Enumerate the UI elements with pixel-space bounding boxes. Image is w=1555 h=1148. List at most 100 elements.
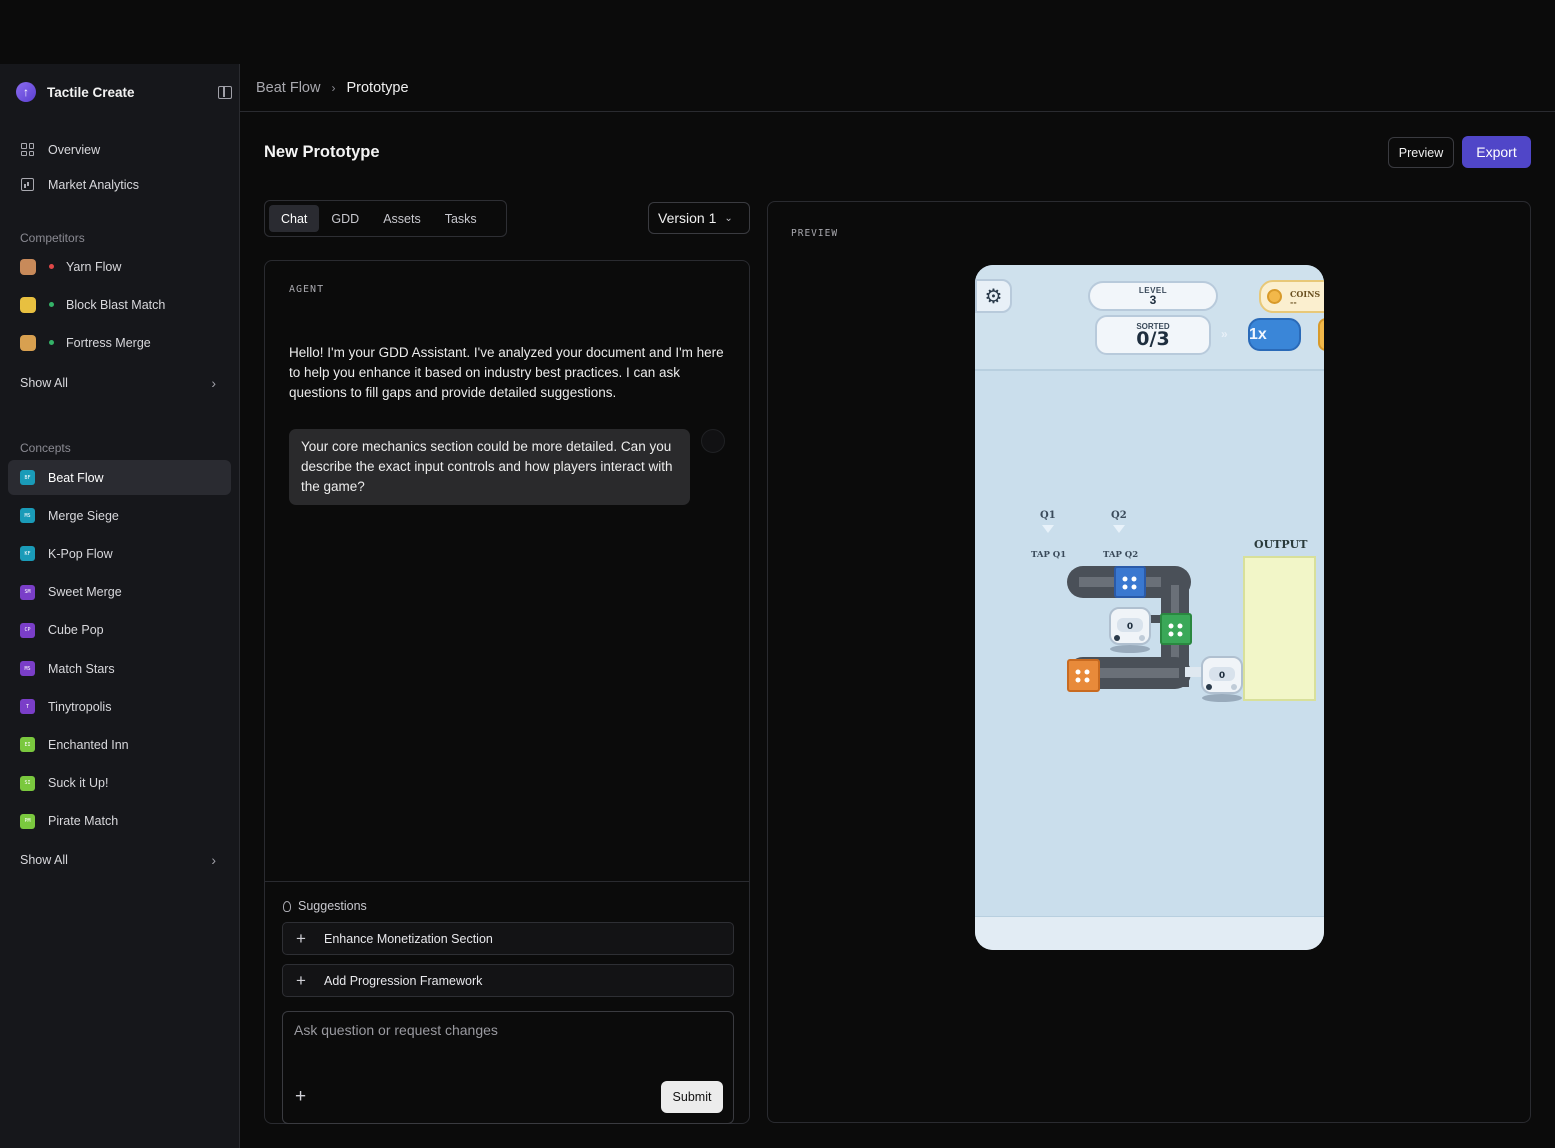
competitor-item[interactable]: Block Blast Match — [8, 287, 231, 322]
conveyor-graphic: 0 0 — [1067, 566, 1243, 702]
game-footer — [975, 916, 1324, 950]
version-select[interactable]: Version 1 ⌄ — [648, 202, 750, 234]
concept-item[interactable]: MS Merge Siege — [8, 498, 231, 533]
concept-label: Beat Flow — [48, 470, 104, 485]
breadcrumb-current: Prototype — [346, 79, 409, 96]
nav-item-overview[interactable]: Overview — [8, 132, 231, 167]
nav-item-label: Market Analytics — [48, 177, 140, 192]
concept-label: Enchanted Inn — [48, 737, 129, 752]
show-all-label: Show All — [20, 853, 68, 867]
concept-item[interactable]: PM Pirate Match — [8, 804, 231, 839]
collapse-sidebar-icon[interactable] — [218, 85, 232, 99]
top-bar — [0, 0, 1555, 64]
tab-chat[interactable]: Chat — [269, 205, 320, 232]
breadcrumb-parent[interactable]: Beat Flow — [256, 80, 320, 96]
concept-badge: EI — [20, 737, 35, 753]
competitor-label: Yarn Flow — [66, 259, 122, 274]
chevron-right-icon: › — [211, 375, 216, 391]
nav-item-label: Overview — [48, 142, 101, 157]
concept-label: Tinytropolis — [48, 699, 112, 714]
lightbulb-icon — [283, 900, 291, 912]
version-select-value: Version 1 — [658, 210, 717, 226]
tab-gdd[interactable]: GDD — [319, 205, 371, 232]
submit-button[interactable]: Submit — [661, 1081, 723, 1113]
plus-icon: + — [296, 928, 306, 948]
concept-label: Sweet Merge — [48, 585, 122, 600]
preview-panel: PREVIEW ⚙ LEVEL 3 COINS -- SORTED 0/3 » … — [767, 201, 1531, 1123]
competitor-avatar — [20, 296, 36, 313]
suggestions-area: Suggestions + Enhance Monetization Secti… — [265, 881, 749, 1124]
brand[interactable]: ↑ Tactile Create — [16, 81, 232, 103]
concept-label: Pirate Match — [48, 814, 119, 829]
sidebar: ↑ Tactile Create Overview Market Analyti… — [0, 64, 240, 1148]
preview-label: PREVIEW — [791, 228, 839, 239]
competitor-item[interactable]: Yarn Flow — [8, 249, 231, 284]
concept-label: Cube Pop — [48, 623, 104, 638]
game-preview-phone[interactable]: ⚙ LEVEL 3 COINS -- SORTED 0/3 » 1x Q1 Q2 — [975, 265, 1324, 950]
concept-label: Match Stars — [48, 661, 115, 676]
tab-assets[interactable]: Assets — [371, 205, 433, 232]
concept-label: Merge Siege — [48, 508, 119, 523]
concept-badge: KF — [20, 546, 35, 562]
competitor-label: Fortress Merge — [66, 335, 151, 350]
concept-item[interactable]: CP Cube Pop — [8, 613, 231, 648]
suggestions-header: Suggestions — [283, 899, 367, 913]
suggestion-label: Add Progression Framework — [324, 973, 483, 988]
orange-cube[interactable] — [1067, 659, 1100, 692]
suggestion-label: Enhance Monetization Section — [324, 931, 493, 946]
concept-item[interactable]: KF K-Pop Flow — [8, 536, 231, 571]
status-dot-icon — [49, 340, 54, 345]
user-message: Your core mechanics section could be mor… — [289, 429, 690, 505]
concept-item[interactable]: T Tinytropolis — [8, 689, 231, 724]
concept-item[interactable]: BF Beat Flow — [8, 460, 231, 495]
concept-badge: BF — [20, 470, 35, 485]
suggestions-label: Suggestions — [298, 899, 367, 913]
attach-plus-icon[interactable]: + — [295, 1086, 306, 1108]
concepts-section-label: Concepts — [20, 441, 71, 455]
preview-button[interactable]: Preview — [1388, 137, 1454, 168]
brand-logo-icon: ↑ — [16, 82, 36, 102]
concept-badge: SM — [20, 584, 35, 600]
concept-item[interactable]: MS Match Stars — [8, 651, 231, 686]
robot-1-counter: 0 — [1127, 622, 1133, 632]
tab-bar: Chat GDD Assets Tasks — [264, 200, 507, 237]
chevron-down-icon: ⌄ — [724, 212, 733, 224]
chevron-right-icon: › — [331, 80, 336, 95]
robot-2-counter: 0 — [1219, 671, 1225, 681]
concept-badge: T — [20, 699, 35, 715]
chat-panel: AGENT Hello! I'm your GDD Assistant. I'v… — [264, 260, 750, 1124]
chat-input-box: + Submit — [282, 1011, 734, 1124]
status-dot-icon — [49, 264, 54, 269]
plus-icon: + — [296, 970, 306, 990]
concept-item[interactable]: SM Sweet Merge — [8, 575, 231, 610]
concept-badge: MS — [20, 508, 35, 524]
agent-label: AGENT — [289, 284, 325, 295]
show-all-label: Show All — [20, 376, 68, 390]
tab-tasks[interactable]: Tasks — [433, 205, 489, 232]
page-title: New Prototype — [264, 143, 380, 161]
concept-badge: SI — [20, 775, 35, 791]
competitors-section-label: Competitors — [20, 231, 85, 245]
concept-item[interactable]: EI Enchanted Inn — [8, 727, 231, 762]
competitors-show-all[interactable]: Show All › — [20, 375, 216, 391]
competitor-label: Block Blast Match — [66, 297, 166, 312]
export-button[interactable]: Export — [1462, 136, 1531, 168]
concept-label: Suck it Up! — [48, 776, 109, 791]
competitor-avatar — [20, 258, 36, 275]
chat-input[interactable] — [294, 1022, 722, 1072]
competitor-item[interactable]: Fortress Merge — [8, 325, 231, 360]
concept-label: K-Pop Flow — [48, 546, 113, 561]
agent-message: Hello! I'm your GDD Assistant. I've anal… — [289, 345, 724, 400]
concepts-show-all[interactable]: Show All › — [20, 852, 216, 868]
status-dot-icon — [49, 302, 54, 307]
suggestion-enhance-monetization-button[interactable]: + Enhance Monetization Section — [282, 922, 734, 955]
grid-icon — [20, 142, 35, 157]
chart-icon — [20, 177, 35, 192]
blue-cube[interactable] — [1114, 566, 1146, 598]
concept-item[interactable]: SI Suck it Up! — [8, 766, 231, 801]
suggestion-add-progression-button[interactable]: + Add Progression Framework — [282, 964, 734, 997]
green-cube[interactable] — [1160, 613, 1192, 645]
breadcrumb: Beat Flow › Prototype — [240, 64, 1555, 112]
chevron-right-icon: › — [211, 852, 216, 868]
nav-item-market-analytics[interactable]: Market Analytics — [8, 167, 231, 202]
